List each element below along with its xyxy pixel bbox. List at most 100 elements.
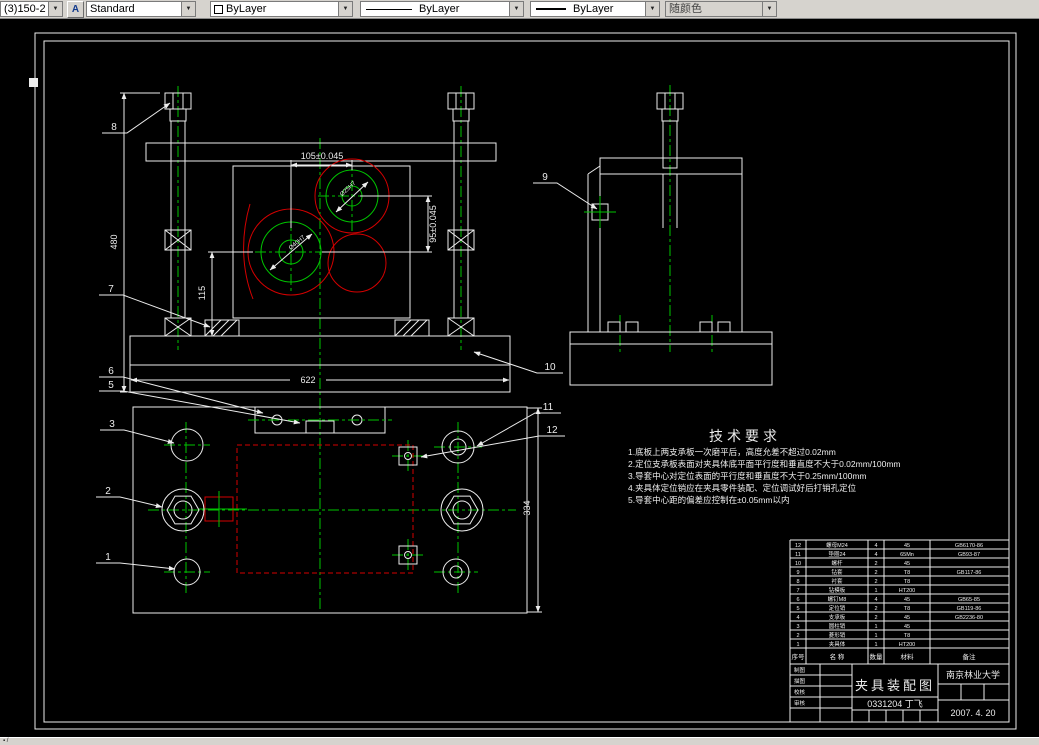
bom-cell: 2 bbox=[796, 633, 799, 639]
linetype-control-value: ByLayer bbox=[419, 3, 460, 15]
linetype-dropdown-arrow-icon[interactable]: ▼ bbox=[509, 2, 523, 16]
style-control[interactable]: Standard ▼ bbox=[86, 1, 196, 17]
bom-cell: GB2236-80 bbox=[955, 615, 983, 621]
color-dropdown-arrow-icon[interactable]: ▼ bbox=[338, 2, 352, 16]
callout-1: 1 bbox=[105, 552, 111, 563]
tech-requirements: 技术要求 1.底板上两支承板一次磨平后，高度允差不超过0.02mm 2.定位支承… bbox=[628, 428, 901, 505]
bom-cell: 名 称 bbox=[830, 652, 845, 661]
layer-dropdown-arrow-icon[interactable]: ▼ bbox=[48, 2, 62, 16]
color-control[interactable]: ByLayer ▼ bbox=[210, 1, 353, 17]
bom-cell: 45 bbox=[904, 624, 910, 630]
bom-cell: 序号 bbox=[792, 652, 806, 661]
plotstyle-control-value: 随颜色 bbox=[669, 3, 702, 15]
bom-cell: 数量 bbox=[870, 652, 884, 661]
ucs-marker bbox=[29, 78, 38, 87]
bom-cell: 45 bbox=[904, 561, 910, 567]
bom-cell: 65Mn bbox=[900, 552, 914, 558]
callout-8: 8 bbox=[111, 122, 117, 133]
dimension-105-text: 105±0.045 bbox=[301, 151, 343, 161]
lineweight-control-value: ByLayer bbox=[573, 3, 614, 15]
lineweight-control[interactable]: ByLayer ▼ bbox=[530, 1, 660, 17]
support-block-right bbox=[394, 319, 430, 337]
style-manager-button[interactable]: A bbox=[67, 1, 84, 18]
drawing-number: 0331204 丁飞 bbox=[867, 699, 923, 709]
bom-cell: 2 bbox=[874, 615, 877, 621]
sign-label-1: 制图 bbox=[794, 666, 806, 674]
dimension-115-text: 115 bbox=[197, 286, 207, 300]
lineweight-sample-icon bbox=[536, 8, 566, 10]
callout-5: 5 bbox=[108, 380, 114, 391]
bom-cell: 2 bbox=[874, 570, 877, 576]
bom-cell: T8 bbox=[904, 606, 910, 612]
style-dropdown-arrow-icon[interactable]: ▼ bbox=[181, 2, 195, 16]
callout-11: 11 bbox=[543, 402, 554, 413]
callout-12: 12 bbox=[546, 425, 558, 436]
layer-control[interactable]: (3)150-2 ▼ bbox=[0, 1, 63, 17]
bom-cell: 夹具体 bbox=[829, 640, 846, 648]
layer-control-value: (3)150-2 bbox=[4, 3, 46, 15]
bom-cell: 螺钉M8 bbox=[828, 595, 847, 603]
dimension-480-text: 480 bbox=[109, 234, 119, 249]
bom-cell: 4 bbox=[874, 543, 877, 549]
bom-cell: 螺杆 bbox=[831, 559, 843, 567]
bom-cell: 3 bbox=[796, 624, 799, 630]
bom-cell: 菱形销 bbox=[829, 631, 846, 639]
bom-cell: 1 bbox=[874, 624, 877, 630]
status-bar: ▪ / bbox=[0, 737, 1039, 745]
bore-dim-text-2: Ø25H7 bbox=[339, 180, 357, 198]
dimension-622-text: 622 bbox=[300, 375, 315, 385]
drawing-canvas: Ø40H7 Ø25H7 105±0.045 95±0.045 480 115 6… bbox=[29, 32, 1017, 730]
drawing-date: 2007. 4. 20 bbox=[950, 708, 995, 718]
bom-cell: 6 bbox=[796, 597, 799, 603]
bom-cell: 11 bbox=[795, 552, 801, 558]
bom-cell: 9 bbox=[796, 570, 799, 576]
bom-cell: 8 bbox=[796, 579, 799, 585]
bom-cell: 45 bbox=[904, 543, 910, 549]
base-screws bbox=[607, 321, 731, 333]
sign-label-3: 校核 bbox=[794, 688, 806, 696]
tech-line-2: 2.定位支承板表面对夹具体底平面平行度和垂直度不大于0.02mm/100mm bbox=[628, 459, 901, 469]
bom-cell: GB65-85 bbox=[958, 597, 980, 603]
locating-pad-centerlines bbox=[584, 196, 616, 228]
sign-label-2: 描图 bbox=[794, 677, 806, 685]
bom-cell: T8 bbox=[904, 633, 910, 639]
bom-cell: 支承板 bbox=[829, 613, 846, 621]
linetype-sample-icon bbox=[366, 8, 412, 10]
lineweight-dropdown-arrow-icon[interactable]: ▼ bbox=[645, 2, 659, 16]
callout-3: 3 bbox=[109, 419, 115, 430]
bom-cell: 2 bbox=[874, 606, 877, 612]
bom-cell: 2 bbox=[874, 579, 877, 585]
color-swatch-icon bbox=[214, 4, 223, 14]
style-control-value: Standard bbox=[90, 3, 135, 15]
organization: 南京林业大学 bbox=[946, 669, 1000, 680]
bom-cell: 1 bbox=[874, 642, 877, 648]
bom-cell: 5 bbox=[796, 606, 799, 612]
bom-cell: 1 bbox=[796, 642, 799, 648]
callout-2: 2 bbox=[105, 486, 111, 497]
bom-cell: 定位销 bbox=[829, 604, 846, 612]
tech-title: 技术要求 bbox=[709, 428, 781, 444]
centerlines bbox=[619, 85, 713, 352]
bom-cell: T8 bbox=[904, 579, 910, 585]
bom-cell: GB117-86 bbox=[957, 570, 982, 576]
support-block-left bbox=[204, 319, 240, 337]
bom-cell: 钻套 bbox=[831, 568, 843, 576]
body-block bbox=[599, 157, 743, 333]
drawing-title: 夹具装配图 bbox=[855, 678, 935, 693]
plan-view bbox=[132, 406, 528, 614]
bom-cell: 垫圈24 bbox=[828, 550, 845, 558]
bom-cell: 4 bbox=[796, 615, 799, 621]
text-style-icon: A bbox=[71, 4, 80, 15]
bom-cell: 4 bbox=[874, 552, 877, 558]
bom-cell: 1 bbox=[874, 633, 877, 639]
bom-cell: 45 bbox=[904, 597, 910, 603]
bom-cell: GB119-86 bbox=[957, 606, 982, 612]
dimension-95-text: 95±0.045 bbox=[428, 205, 438, 242]
tech-line-4: 4.夹具体定位销应在夹具零件装配、定位调试好后打销孔定位 bbox=[628, 483, 857, 493]
status-left-text: ▪ / bbox=[3, 738, 9, 744]
sheet-outer-border bbox=[34, 32, 1017, 730]
callout-6: 6 bbox=[108, 366, 114, 377]
dimension-480: 480 bbox=[109, 92, 160, 393]
bom-cell: 4 bbox=[874, 597, 877, 603]
linetype-control[interactable]: ByLayer ▼ bbox=[360, 1, 524, 17]
